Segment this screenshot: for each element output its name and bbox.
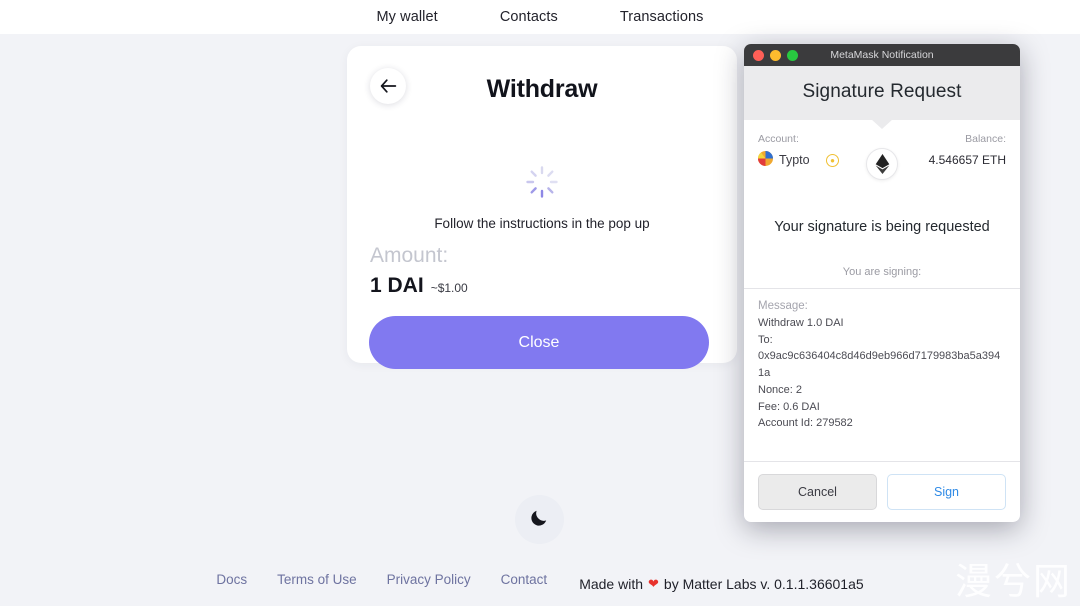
message-line: Account Id: 279582 <box>758 417 853 430</box>
signing-label: You are signing: <box>842 266 922 279</box>
footer-credit-prefix: Made with <box>579 576 643 592</box>
window-titlebar[interactable]: MetaMask Notification <box>744 44 1020 66</box>
account-label: Account: <box>758 133 799 145</box>
nav-item-transactions[interactable]: Transactions <box>620 9 704 25</box>
jazzicon-avatar <box>758 151 773 169</box>
footer-credit: Made with ❤ by Matter Labs v. 0.1.1.3660… <box>579 576 863 592</box>
window-title: MetaMask Notification <box>830 49 934 61</box>
instructions-text: Follow the instructions in the pop up <box>434 216 650 231</box>
watermark: 漫兮网 <box>955 560 1072 603</box>
metamask-notification-window: MetaMask Notification Signature Request … <box>744 44 1020 522</box>
token-coin-icon: ● <box>826 154 839 167</box>
sign-button[interactable]: Sign <box>887 474 1006 510</box>
moon-icon <box>529 507 550 533</box>
amount-value: 1 DAI <box>370 274 424 297</box>
message-line-address: 0x9ac9c636404c8d46d9eb966d7179983ba5a394… <box>758 350 1001 380</box>
footer-link-privacy-policy[interactable]: Privacy Policy <box>387 572 471 587</box>
theme-toggle-button[interactable] <box>515 495 564 544</box>
footer-link-contact[interactable]: Contact <box>501 572 548 587</box>
app-root: My wallet Contacts Transactions Withdraw <box>0 0 1080 606</box>
message-line: To: <box>758 333 773 346</box>
amount-label: Amount: <box>370 244 449 267</box>
footer-links: Docs Terms of Use Privacy Policy Contact <box>216 572 547 587</box>
footer-credit-suffix: by Matter Labs v. 0.1.1.36601a5 <box>663 576 864 592</box>
message-line: Withdraw 1.0 DAI <box>758 317 844 330</box>
footer-link-terms-of-use[interactable]: Terms of Use <box>277 572 357 587</box>
message-line: Nonce: 2 <box>758 383 803 396</box>
nav-item-contacts[interactable]: Contacts <box>500 9 558 25</box>
top-navigation: My wallet Contacts Transactions <box>0 0 1080 34</box>
cancel-button[interactable]: Cancel <box>758 474 877 510</box>
account-identity[interactable]: Typto <box>758 151 810 169</box>
close-button[interactable]: Close <box>369 316 709 369</box>
amount-usd-value: ~$1.00 <box>430 281 468 295</box>
footer: Docs Terms of Use Privacy Policy Contact… <box>0 566 1080 593</box>
ethereum-diamond-icon <box>866 148 898 180</box>
withdraw-card: Withdraw Follow the instructions in the … <box>347 46 737 369</box>
signature-request-title: Signature Request <box>802 81 962 102</box>
nav-item-my-wallet[interactable]: My wallet <box>376 9 437 25</box>
signature-body: Your signature is being requested You ar… <box>744 179 1020 288</box>
footer-link-docs[interactable]: Docs <box>216 572 247 587</box>
message-panel: Message: Withdraw 1.0 DAI To: 0x9ac9c636… <box>744 289 1020 461</box>
heart-icon: ❤ <box>648 576 659 591</box>
message-label: Message: <box>758 300 808 313</box>
balance-label: Balance: <box>965 133 1006 145</box>
signature-headline: Your signature is being requested <box>774 219 990 235</box>
page-title: Withdraw <box>486 75 598 103</box>
account-summary: Account: Balance: Typto 4.546657 ETH ● <box>744 120 1020 180</box>
account-summary-labels: Account: Balance: <box>758 133 1006 145</box>
amount-row: 1 DAI ~$1.00 <box>370 274 468 298</box>
account-name: Typto <box>779 153 810 167</box>
spinner-icon <box>525 165 559 199</box>
signature-actions: Cancel Sign <box>744 461 1020 522</box>
message-line: Fee: 0.6 DAI <box>758 400 820 413</box>
signature-request-header: Signature Request <box>744 66 1020 120</box>
account-balance: 4.546657 ETH <box>928 153 1006 167</box>
